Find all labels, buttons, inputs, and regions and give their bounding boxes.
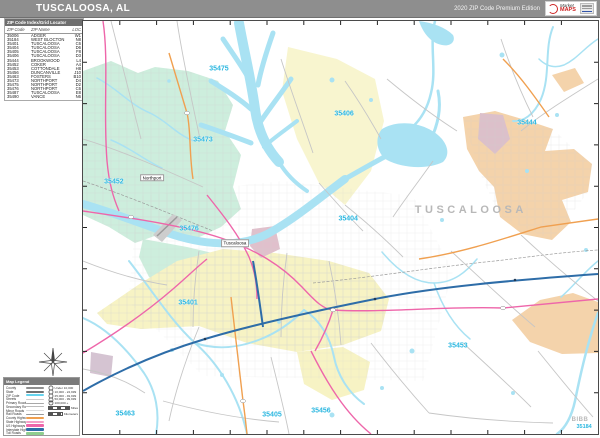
map-graphic [83,21,598,434]
legend-city-sizes: Under 10,00010,000 - 24,99925,000 - 49,9… [48,386,78,405]
page-title: TUSCALOOSA, AL [36,3,130,14]
logo-swoosh-icon [548,4,558,14]
legend-city-size: 100,000 + [48,401,78,405]
map-legend: Map Legend CountyStateZIP CodeStreetsPri… [3,377,80,436]
legend-lines: CountyStateZIP CodeStreetsPrimary RoadsS… [6,386,48,435]
logo-reference-badge [580,3,594,14]
marketmaps-logo: Market MAPS [545,1,597,16]
logo-brand-bottom: MAPS [560,8,576,14]
edition-label: 2020 ZIP Code Premium Edition [454,6,540,12]
map-canvas: 3547535473354063544435452354763540435401… [82,20,599,435]
title-bar: TUSCALOOSA, AL 2020 ZIP Code Premium Edi… [0,0,600,18]
legend-entry: Toll Roads [6,432,48,436]
compass-rose-icon [38,347,68,377]
zip-index-row: 35490VANCEN6 [5,95,83,99]
zip-index-body: 35006ADGERW135184WEST BLOCTONN835401TUSC… [5,34,83,100]
scale-bar-kilometers: Kilometers [48,412,78,416]
scale-bar-miles: Miles [48,406,78,410]
zip-index-header: ZIP Code Index/Grid Locator [5,19,83,26]
city-size-icon [49,401,53,405]
legend-header: Map Legend [4,378,79,385]
map-poster: TUSCALOOSA, AL 2020 ZIP Code Premium Edi… [0,0,600,438]
zip-code-index: ZIP Code Index/Grid Locator ZIP Code ZIP… [4,18,84,101]
